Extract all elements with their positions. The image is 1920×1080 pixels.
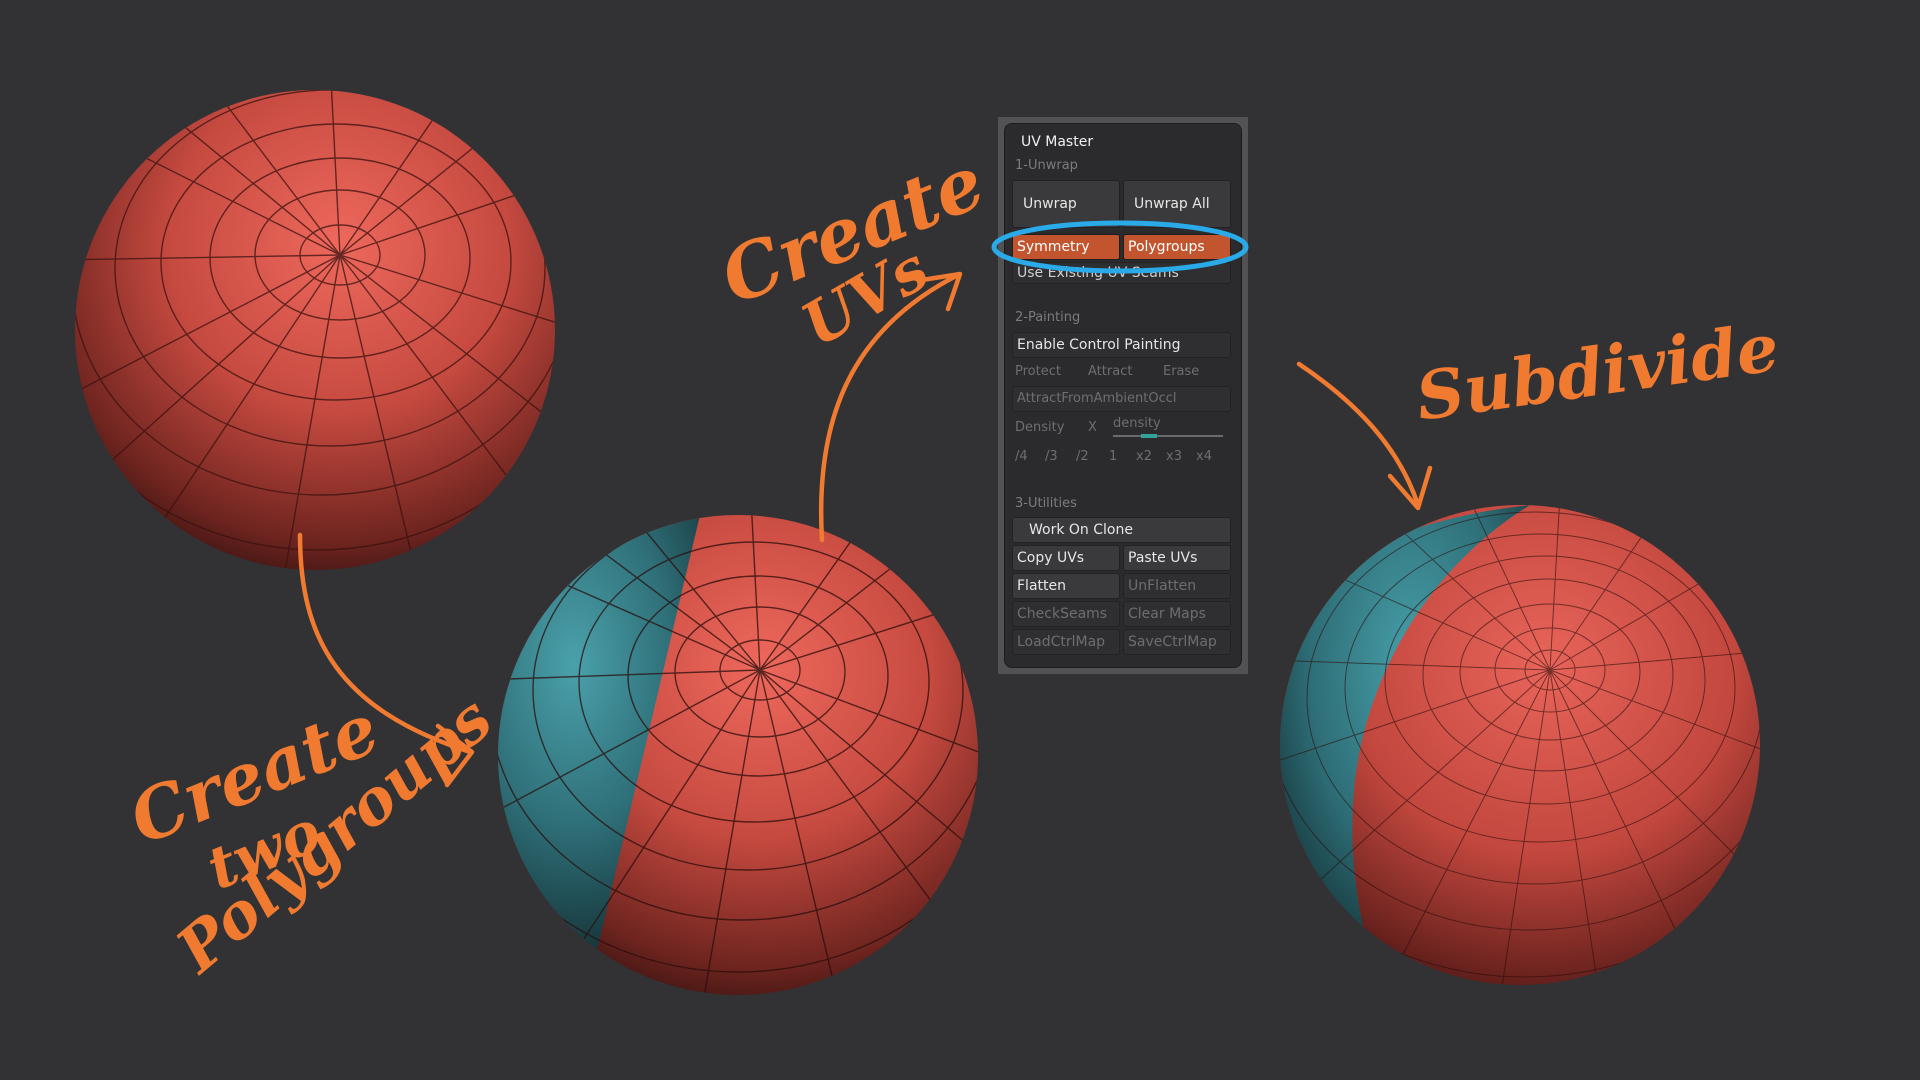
density-label: Density xyxy=(1015,420,1065,435)
load-ctrl-map-button[interactable]: LoadCtrlMap xyxy=(1012,629,1120,655)
copy-uvs-button[interactable]: Copy UVs xyxy=(1012,545,1120,571)
density-slider-knob[interactable] xyxy=(1141,434,1157,438)
uv-master-title: UV Master xyxy=(1021,134,1094,150)
unwrap-section-header: 1-Unwrap xyxy=(1015,158,1078,173)
sphere-red-lowpoly xyxy=(75,90,555,570)
sphere-subdivided xyxy=(1280,505,1760,985)
check-seams-button[interactable]: CheckSeams xyxy=(1012,601,1120,627)
density-x3-button[interactable]: x3 xyxy=(1166,449,1182,464)
attract-button[interactable]: Attract xyxy=(1088,364,1132,379)
protect-button[interactable]: Protect xyxy=(1015,364,1061,379)
density-div3-button[interactable]: /3 xyxy=(1045,449,1058,464)
density-x-button[interactable]: X xyxy=(1088,420,1097,435)
label-subdivide: Subdivide xyxy=(1411,308,1783,436)
attract-from-ambient-occl-button[interactable]: AttractFromAmbientOccl xyxy=(1012,386,1231,412)
density-slider[interactable] xyxy=(1113,435,1223,437)
density-1-button[interactable]: 1 xyxy=(1109,449,1117,464)
density-div2-button[interactable]: /2 xyxy=(1076,449,1089,464)
highlight-ellipse xyxy=(991,220,1249,274)
uv-master-inner: UV Master 1-Unwrap Unwrap Unwrap All Sym… xyxy=(1004,123,1242,668)
clear-maps-button[interactable]: Clear Maps xyxy=(1123,601,1231,627)
arrow-to-subdivided xyxy=(1296,361,1433,511)
work-on-clone-button[interactable]: Work On Clone xyxy=(1012,517,1231,543)
save-ctrl-map-button[interactable]: SaveCtrlMap xyxy=(1123,629,1231,655)
density-slider-label: density xyxy=(1113,416,1161,431)
flatten-button[interactable]: Flatten xyxy=(1012,573,1120,599)
density-x2-button[interactable]: x2 xyxy=(1136,449,1152,464)
canvas: Create UVs Subdivide Create two Polygrou… xyxy=(75,90,1783,995)
sphere-two-polygroups xyxy=(498,515,978,995)
erase-button[interactable]: Erase xyxy=(1163,364,1199,379)
utilities-section-header: 3-Utilities xyxy=(1015,496,1077,511)
unflatten-button[interactable]: UnFlatten xyxy=(1123,573,1231,599)
uv-master-panel: UV Master 1-Unwrap Unwrap Unwrap All Sym… xyxy=(998,117,1248,674)
density-div4-button[interactable]: /4 xyxy=(1015,449,1028,464)
enable-control-painting-toggle[interactable]: Enable Control Painting xyxy=(1012,332,1231,358)
density-x4-button[interactable]: x4 xyxy=(1196,449,1212,464)
painting-section-header: 2-Painting xyxy=(1015,310,1081,325)
paste-uvs-button[interactable]: Paste UVs xyxy=(1123,545,1231,571)
